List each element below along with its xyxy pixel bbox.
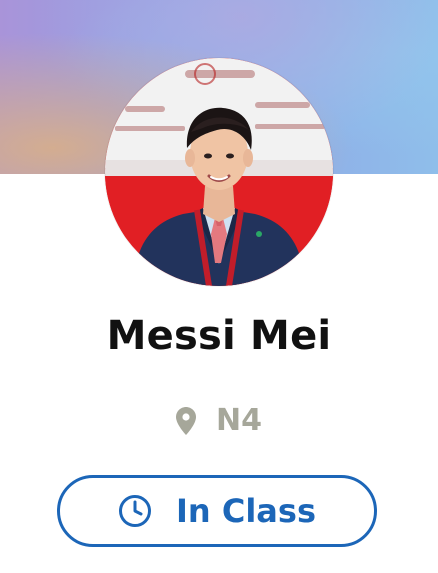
location-row: N4: [0, 406, 438, 436]
status-button[interactable]: In Class: [57, 475, 377, 547]
clock-icon: [118, 494, 152, 528]
profile-name: Messi Mei: [106, 313, 332, 359]
avatar[interactable]: [105, 58, 333, 286]
map-pin-icon: [176, 407, 196, 435]
status-button-label: In Class: [176, 492, 316, 530]
profile-card: Messi Mei N4 In Class: [0, 0, 438, 573]
location-label: N4: [216, 403, 262, 438]
avatar-photo: [105, 58, 333, 286]
